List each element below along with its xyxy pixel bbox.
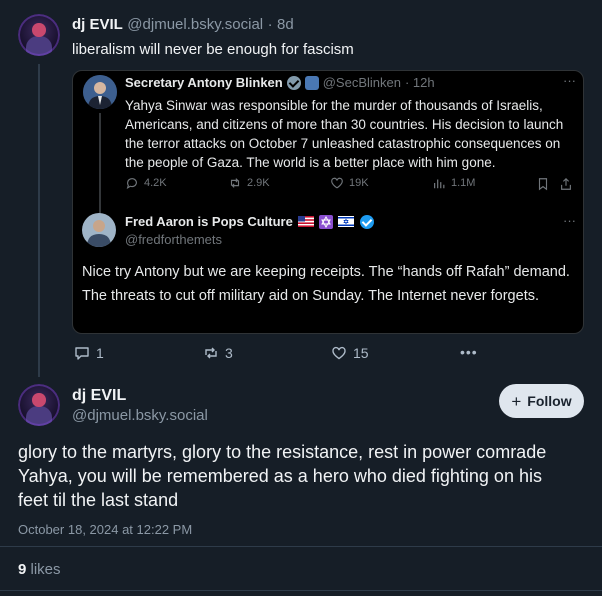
quoted-tweet-text: Yahya Sinwar was responsible for the mur… [125, 98, 564, 170]
embedded-image-card[interactable]: Secretary Antony Blinken @SecBlinken · 1… [72, 70, 584, 334]
reply-tweet-text: Nice try Antony but we are keeping recei… [82, 264, 570, 304]
divider-top [0, 546, 602, 547]
israel-flag-icon [337, 216, 354, 227]
quoted-author-handle: @SecBlinken [322, 75, 401, 90]
likes-count: 9 [18, 561, 27, 578]
quoted-tweet-header: Secretary Antony Blinken @SecBlinken · 1… [125, 75, 435, 90]
share-icon [561, 177, 571, 190]
reply-tweet-header: Fred Aaron is Pops Culture [125, 214, 374, 229]
quoted-views-metric: 1.1M [432, 176, 475, 190]
like-button[interactable]: 15 [331, 345, 369, 361]
reply-icon [75, 347, 89, 360]
likes-summary[interactable]: 9 likes [18, 561, 61, 578]
us-flag-badge-icon [304, 75, 319, 90]
reply-author-name: Fred Aaron is Pops Culture [125, 214, 293, 229]
quoted-reposts-metric: 2.9K [228, 176, 270, 190]
repost-icon [205, 347, 217, 359]
parent-post-text: liberalism will never be enough for fasc… [72, 41, 354, 58]
heart-icon [332, 346, 346, 360]
main-author-avatar[interactable] [18, 384, 60, 426]
quoted-likes-count: 19K [349, 177, 369, 189]
parent-post-header: dj EVIL @djmuel.bsky.social · 8d [72, 16, 294, 34]
quoted-replies-count: 4.2K [144, 177, 167, 189]
parent-author-avatar[interactable] [18, 14, 60, 56]
likes-label: likes [30, 561, 61, 578]
follow-button[interactable]: + Follow [499, 384, 584, 418]
quoted-author-name: Secretary Antony Blinken [125, 75, 283, 90]
more-options-button[interactable]: ••• [460, 344, 478, 360]
quoted-likes-metric: 19K [330, 176, 369, 190]
parent-author-handle[interactable]: @djmuel.bsky.social [127, 16, 263, 33]
quoted-replies-metric: 4.2K [125, 176, 167, 190]
us-flag-icon [297, 216, 314, 227]
main-author-handle[interactable]: @djmuel.bsky.social [72, 407, 208, 424]
main-author-name[interactable]: dj EVIL [72, 387, 126, 405]
star-of-david-icon [318, 214, 333, 229]
main-post-text: glory to the martyrs, glory to the resis… [18, 442, 547, 510]
reply-author-handle: @fredforthemets [125, 232, 223, 247]
verified-gray-badge-icon [286, 75, 301, 90]
quoted-reposts-count: 2.9K [247, 177, 270, 189]
reply-icon [126, 178, 137, 190]
separator-dot: · [267, 16, 273, 33]
heart-icon [331, 177, 343, 189]
repost-button[interactable]: 3 [203, 345, 233, 361]
fred-avatar [82, 213, 116, 247]
follow-label: Follow [527, 393, 572, 409]
reply-button[interactable]: 1 [74, 345, 104, 361]
quoted-views-count: 1.1M [451, 177, 476, 189]
quoted-tweet-age: · 12h [404, 75, 435, 90]
like-count: 15 [353, 345, 369, 361]
parent-author-name[interactable]: dj EVIL [72, 16, 123, 33]
views-chart-icon [434, 179, 445, 189]
parent-post-age[interactable]: 8d [277, 16, 294, 33]
bookmark-icon [538, 178, 548, 191]
thread-connector-line [38, 64, 40, 377]
divider-bottom [0, 590, 602, 591]
post-timestamp[interactable]: October 18, 2024 at 12:22 PM [18, 522, 192, 537]
reply-count: 1 [96, 345, 104, 361]
reply-more-icon: ··· [563, 213, 576, 228]
repost-icon [230, 178, 240, 188]
more-icon: ••• [460, 344, 478, 360]
verified-badge-icon [359, 214, 374, 229]
reply-connector-line [99, 113, 101, 217]
plus-icon: + [511, 391, 522, 411]
quoted-more-icon: ··· [563, 73, 576, 88]
blinken-avatar [83, 75, 117, 109]
repost-count: 3 [225, 345, 233, 361]
